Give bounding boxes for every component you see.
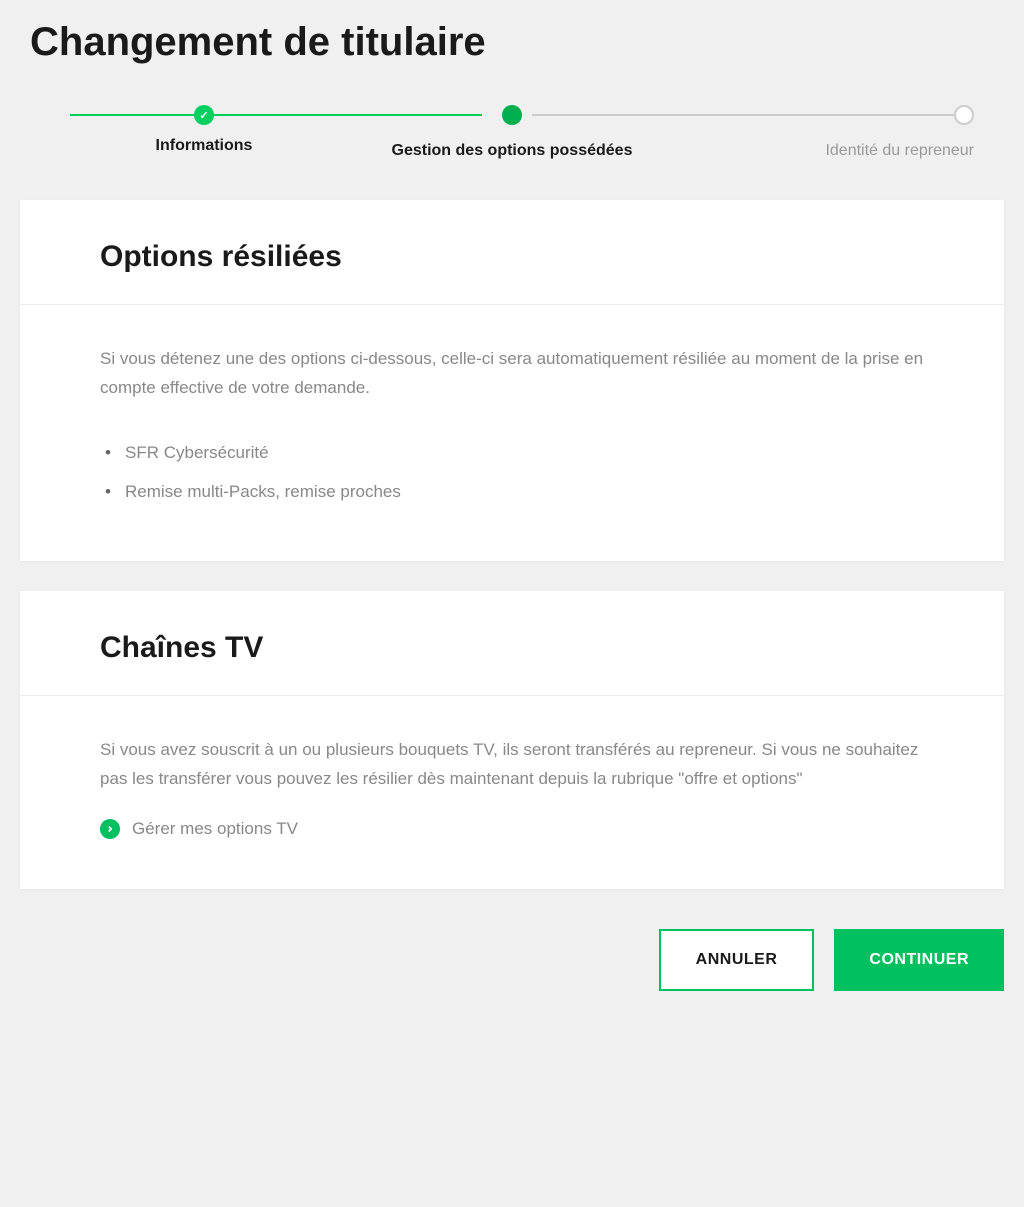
step-label: Informations <box>50 137 358 155</box>
step-informations[interactable]: Informations <box>50 105 358 155</box>
actions-row: ANNULER CONTINUER <box>20 919 1004 1021</box>
check-icon <box>194 105 214 125</box>
card-header: Options résiliées <box>20 200 1004 305</box>
card-options-resiliees: Options résiliées Si vous détenez une de… <box>20 200 1004 561</box>
card-title: Chaînes TV <box>100 631 924 665</box>
option-list: SFR Cybersécurité Remise multi-Packs, re… <box>100 433 924 511</box>
card-body: Si vous avez souscrit à un ou plusieurs … <box>20 696 1004 889</box>
list-item: Remise multi-Packs, remise proches <box>100 472 924 511</box>
card-description: Si vous avez souscrit à un ou plusieurs … <box>100 736 924 794</box>
step-label: Gestion des options possédées <box>358 142 666 160</box>
card-header: Chaînes TV <box>20 591 1004 696</box>
stepper-line-pending <box>532 114 954 116</box>
card-title: Options résiliées <box>100 240 924 274</box>
stepper-line-completed <box>70 114 482 116</box>
card-body: Si vous détenez une des options ci-desso… <box>20 305 1004 561</box>
link-label: Gérer mes options TV <box>132 819 298 839</box>
step-dot-inactive-icon <box>954 105 974 125</box>
list-item: SFR Cybersécurité <box>100 433 924 472</box>
step-label: Identité du repreneur <box>666 142 974 160</box>
continue-button[interactable]: CONTINUER <box>834 929 1004 991</box>
manage-tv-options-link[interactable]: Gérer mes options TV <box>100 819 924 839</box>
page-title: Changement de titulaire <box>30 20 1004 65</box>
step-dot-active-icon <box>502 105 522 125</box>
card-description: Si vous détenez une des options ci-desso… <box>100 345 924 403</box>
cancel-button[interactable]: ANNULER <box>659 929 815 991</box>
chevron-right-icon <box>100 819 120 839</box>
card-chaines-tv: Chaînes TV Si vous avez souscrit à un ou… <box>20 591 1004 889</box>
stepper: Informations Gestion des options possédé… <box>20 105 1004 160</box>
